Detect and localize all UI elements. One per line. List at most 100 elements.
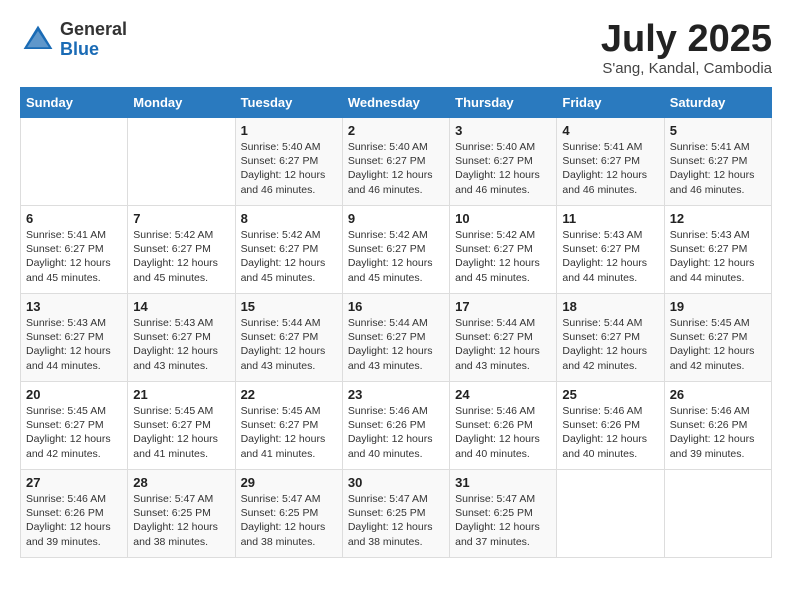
calendar-cell: 31 Sunrise: 5:47 AM Sunset: 6:25 PM Dayli… bbox=[450, 470, 557, 558]
day-info: Sunrise: 5:41 AM Sunset: 6:27 PM Dayligh… bbox=[562, 140, 658, 197]
calendar-week-row: 1 Sunrise: 5:40 AM Sunset: 6:27 PM Daylig… bbox=[21, 118, 772, 206]
calendar-cell: 18Sunrise: 5:44 AM Sunset: 6:27 PM Dayli… bbox=[557, 294, 664, 382]
day-info: Sunrise: 5:41 AM Sunset: 6:27 PM Dayligh… bbox=[670, 140, 766, 197]
day-info: Sunrise: 5:40 AM Sunset: 6:27 PM Dayligh… bbox=[455, 140, 551, 197]
page-header: General Blue July 2025 S'ang, Kandal, Ca… bbox=[20, 20, 772, 77]
calendar-cell: 12Sunrise: 5:43 AM Sunset: 6:27 PM Dayli… bbox=[664, 206, 771, 294]
day-number: 29 bbox=[241, 475, 337, 490]
day-header: Friday bbox=[557, 88, 664, 118]
calendar-cell: 17Sunrise: 5:44 AM Sunset: 6:27 PM Dayli… bbox=[450, 294, 557, 382]
calendar-table: SundayMondayTuesdayWednesdayThursdayFrid… bbox=[20, 87, 772, 558]
calendar-cell: 14Sunrise: 5:43 AM Sunset: 6:27 PM Dayli… bbox=[128, 294, 235, 382]
day-number: 21 bbox=[133, 387, 229, 402]
calendar-cell: 10 Sunrise: 5:42 AM Sunset: 6:27 PM Dayli… bbox=[450, 206, 557, 294]
calendar-cell: 26Sunrise: 5:46 AM Sunset: 6:26 PM Dayli… bbox=[664, 382, 771, 470]
calendar-cell: 9 Sunrise: 5:42 AM Sunset: 6:27 PM Daylig… bbox=[342, 206, 449, 294]
day-number: 19 bbox=[670, 299, 766, 314]
day-info: Sunrise: 5:46 AM Sunset: 6:26 PM Dayligh… bbox=[348, 404, 444, 461]
calendar-cell: 7 Sunrise: 5:42 AM Sunset: 6:27 PM Daylig… bbox=[128, 206, 235, 294]
calendar-cell bbox=[128, 118, 235, 206]
day-number: 17 bbox=[455, 299, 551, 314]
day-number: 3 bbox=[455, 123, 551, 138]
logo-icon bbox=[20, 22, 56, 58]
day-info: Sunrise: 5:45 AM Sunset: 6:27 PM Dayligh… bbox=[133, 404, 229, 461]
day-number: 4 bbox=[562, 123, 658, 138]
day-number: 9 bbox=[348, 211, 444, 226]
calendar-cell: 27Sunrise: 5:46 AM Sunset: 6:26 PM Dayli… bbox=[21, 470, 128, 558]
calendar-cell bbox=[557, 470, 664, 558]
calendar-cell: 13 Sunrise: 5:43 AM Sunset: 6:27 PM Dayli… bbox=[21, 294, 128, 382]
day-info: Sunrise: 5:44 AM Sunset: 6:27 PM Dayligh… bbox=[241, 316, 337, 373]
month-title: July 2025 bbox=[601, 20, 772, 58]
day-info: Sunrise: 5:44 AM Sunset: 6:27 PM Dayligh… bbox=[562, 316, 658, 373]
day-number: 16 bbox=[348, 299, 444, 314]
day-number: 28 bbox=[133, 475, 229, 490]
day-info: Sunrise: 5:43 AM Sunset: 6:27 PM Dayligh… bbox=[562, 228, 658, 285]
calendar-week-row: 13 Sunrise: 5:43 AM Sunset: 6:27 PM Dayli… bbox=[21, 294, 772, 382]
day-number: 20 bbox=[26, 387, 122, 402]
day-number: 13 bbox=[26, 299, 122, 314]
day-info: Sunrise: 5:45 AM Sunset: 6:27 PM Dayligh… bbox=[26, 404, 122, 461]
calendar-cell: 4 Sunrise: 5:41 AM Sunset: 6:27 PM Daylig… bbox=[557, 118, 664, 206]
calendar-cell: 2 Sunrise: 5:40 AM Sunset: 6:27 PM Daylig… bbox=[342, 118, 449, 206]
day-info: Sunrise: 5:43 AM Sunset: 6:27 PM Dayligh… bbox=[133, 316, 229, 373]
location-subtitle: S'ang, Kandal, Cambodia bbox=[601, 60, 772, 77]
day-header: Tuesday bbox=[235, 88, 342, 118]
day-header: Wednesday bbox=[342, 88, 449, 118]
day-number: 7 bbox=[133, 211, 229, 226]
logo-blue: Blue bbox=[60, 40, 127, 60]
day-number: 31 bbox=[455, 475, 551, 490]
day-info: Sunrise: 5:47 AM Sunset: 6:25 PM Dayligh… bbox=[241, 492, 337, 549]
day-info: Sunrise: 5:40 AM Sunset: 6:27 PM Dayligh… bbox=[348, 140, 444, 197]
day-info: Sunrise: 5:45 AM Sunset: 6:27 PM Dayligh… bbox=[241, 404, 337, 461]
day-number: 10 bbox=[455, 211, 551, 226]
calendar-cell: 1Sunrise: 5:40 AM Sunset: 6:27 PM Daylig… bbox=[235, 118, 342, 206]
calendar-cell: 15 Sunrise: 5:44 AM Sunset: 6:27 PM Dayli… bbox=[235, 294, 342, 382]
day-info: Sunrise: 5:45 AM Sunset: 6:27 PM Dayligh… bbox=[670, 316, 766, 373]
day-info: Sunrise: 5:47 AM Sunset: 6:25 PM Dayligh… bbox=[348, 492, 444, 549]
calendar-cell: 16Sunrise: 5:44 AM Sunset: 6:27 PM Dayli… bbox=[342, 294, 449, 382]
calendar-cell: 28Sunrise: 5:47 AM Sunset: 6:25 PM Dayli… bbox=[128, 470, 235, 558]
day-number: 24 bbox=[455, 387, 551, 402]
day-info: Sunrise: 5:42 AM Sunset: 6:27 PM Dayligh… bbox=[455, 228, 551, 285]
day-number: 23 bbox=[348, 387, 444, 402]
calendar-cell: 20 Sunrise: 5:45 AM Sunset: 6:27 PM Dayli… bbox=[21, 382, 128, 470]
calendar-cell: 11Sunrise: 5:43 AM Sunset: 6:27 PM Dayli… bbox=[557, 206, 664, 294]
day-header: Saturday bbox=[664, 88, 771, 118]
header-row: SundayMondayTuesdayWednesdayThursdayFrid… bbox=[21, 88, 772, 118]
calendar-cell: 5 Sunrise: 5:41 AM Sunset: 6:27 PM Daylig… bbox=[664, 118, 771, 206]
calendar-cell: 24 Sunrise: 5:46 AM Sunset: 6:26 PM Dayli… bbox=[450, 382, 557, 470]
day-info: Sunrise: 5:42 AM Sunset: 6:27 PM Dayligh… bbox=[133, 228, 229, 285]
day-number: 30 bbox=[348, 475, 444, 490]
calendar-week-row: 6 Sunrise: 5:41 AM Sunset: 6:27 PM Daylig… bbox=[21, 206, 772, 294]
calendar-cell: 6 Sunrise: 5:41 AM Sunset: 6:27 PM Daylig… bbox=[21, 206, 128, 294]
day-info: Sunrise: 5:46 AM Sunset: 6:26 PM Dayligh… bbox=[455, 404, 551, 461]
day-number: 15 bbox=[241, 299, 337, 314]
day-info: Sunrise: 5:43 AM Sunset: 6:27 PM Dayligh… bbox=[670, 228, 766, 285]
day-number: 8 bbox=[241, 211, 337, 226]
calendar-cell bbox=[664, 470, 771, 558]
day-number: 2 bbox=[348, 123, 444, 138]
calendar-cell: 25Sunrise: 5:46 AM Sunset: 6:26 PM Dayli… bbox=[557, 382, 664, 470]
day-info: Sunrise: 5:41 AM Sunset: 6:27 PM Dayligh… bbox=[26, 228, 122, 285]
calendar-cell bbox=[21, 118, 128, 206]
calendar-cell: 22 Sunrise: 5:45 AM Sunset: 6:27 PM Dayli… bbox=[235, 382, 342, 470]
day-info: Sunrise: 5:43 AM Sunset: 6:27 PM Dayligh… bbox=[26, 316, 122, 373]
calendar-cell: 30 Sunrise: 5:47 AM Sunset: 6:25 PM Dayli… bbox=[342, 470, 449, 558]
day-number: 1 bbox=[241, 123, 337, 138]
logo: General Blue bbox=[20, 20, 127, 60]
title-block: July 2025 S'ang, Kandal, Cambodia bbox=[601, 20, 772, 77]
calendar-cell: 21 Sunrise: 5:45 AM Sunset: 6:27 PM Dayli… bbox=[128, 382, 235, 470]
logo-general: General bbox=[60, 20, 127, 40]
day-info: Sunrise: 5:42 AM Sunset: 6:27 PM Dayligh… bbox=[241, 228, 337, 285]
day-info: Sunrise: 5:42 AM Sunset: 6:27 PM Dayligh… bbox=[348, 228, 444, 285]
day-number: 27 bbox=[26, 475, 122, 490]
day-number: 5 bbox=[670, 123, 766, 138]
day-number: 25 bbox=[562, 387, 658, 402]
day-number: 6 bbox=[26, 211, 122, 226]
day-info: Sunrise: 5:47 AM Sunset: 6:25 PM Dayligh… bbox=[455, 492, 551, 549]
day-number: 22 bbox=[241, 387, 337, 402]
calendar-week-row: 20 Sunrise: 5:45 AM Sunset: 6:27 PM Dayli… bbox=[21, 382, 772, 470]
day-number: 26 bbox=[670, 387, 766, 402]
logo-text: General Blue bbox=[60, 20, 127, 60]
